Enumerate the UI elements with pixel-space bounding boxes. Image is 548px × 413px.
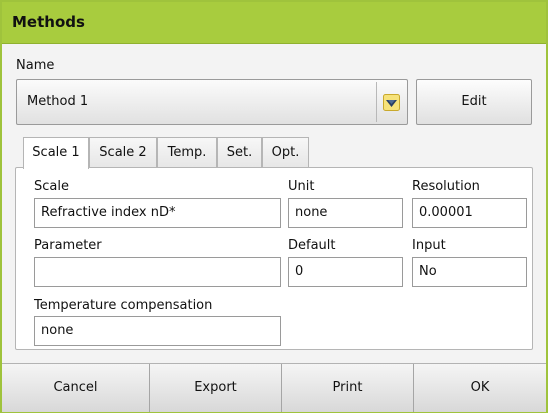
tab-set[interactable]: Set. [217, 137, 262, 168]
method-select[interactable]: Method 1 [16, 79, 408, 125]
name-label: Name [16, 58, 55, 73]
default-label: Default [288, 238, 336, 253]
temperature-compensation-label: Temperature compensation [34, 298, 213, 313]
temperature-compensation-field[interactable]: none [34, 316, 281, 346]
window-title: Methods [12, 13, 85, 31]
footer-bar: Cancel Export Print OK [2, 363, 546, 412]
export-button[interactable]: Export [150, 364, 282, 412]
scale-label: Scale [34, 179, 69, 194]
parameter-field[interactable] [34, 257, 281, 287]
scale-1-panel: Scale Refractive index nD* Unit none Res… [15, 167, 533, 350]
tab-opt[interactable]: Opt. [262, 137, 309, 168]
unit-field[interactable]: none [288, 198, 403, 228]
methods-dialog: Methods Name Method 1 Edit Scale 1 Scale… [0, 0, 548, 413]
method-select-value: Method 1 [27, 94, 89, 109]
resolution-field[interactable]: 0.00001 [412, 198, 527, 228]
tab-temp[interactable]: Temp. [157, 137, 217, 168]
edit-button[interactable]: Edit [416, 79, 532, 125]
input-field[interactable]: No [412, 257, 527, 287]
default-field[interactable]: 0 [288, 257, 403, 287]
scale-field[interactable]: Refractive index nD* [34, 198, 281, 228]
resolution-label: Resolution [412, 179, 480, 194]
dropdown-separator [376, 82, 377, 122]
unit-label: Unit [288, 179, 315, 194]
ok-button[interactable]: OK [414, 364, 546, 412]
tab-scale-2[interactable]: Scale 2 [89, 137, 157, 168]
tab-scale-1[interactable]: Scale 1 [23, 137, 89, 169]
input-label: Input [412, 238, 446, 253]
cancel-button[interactable]: Cancel [2, 364, 150, 412]
chevron-down-icon[interactable] [383, 94, 400, 111]
parameter-label: Parameter [34, 238, 102, 253]
print-button[interactable]: Print [282, 364, 414, 412]
title-bar: Methods [2, 2, 546, 44]
